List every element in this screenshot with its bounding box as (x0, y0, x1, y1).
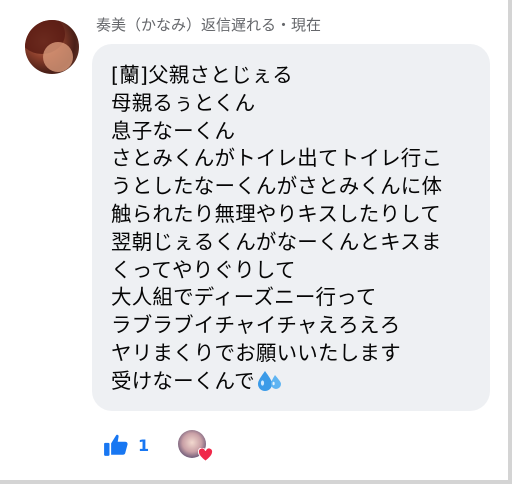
message-line: 触られたり無理やりキスしたりして (111, 201, 441, 226)
message-line: くってやりぐりして (111, 257, 296, 282)
thumbs-up-icon (104, 434, 128, 456)
heart-icon (198, 448, 213, 462)
message-line-last: 受けなーくんで (111, 368, 490, 396)
reactor-avatar[interactable] (178, 430, 213, 464)
message-line: ラブラブイチャイチャえろえろ (111, 313, 401, 338)
message-bubble: [蘭]父親さとじぇる 母親るぅとくん 息子なーくん さとみくんがトイレ出てトイレ… (92, 44, 490, 411)
message-line: ヤリまくりでお願いいたします (111, 340, 401, 365)
message-line-text: 受けなーくんで (111, 368, 255, 393)
message-line: [蘭]父親さとじぇる (111, 63, 293, 87)
sweat-droplets-icon (257, 370, 281, 391)
message-line: うとしたなーくんがさとみくんに体 (111, 174, 443, 199)
avatar[interactable] (25, 20, 79, 74)
message-line: 大人組でディーズニー行って (111, 285, 377, 310)
like-reaction[interactable]: 1 (103, 432, 149, 458)
message-line: 母親るぅとくん (111, 90, 256, 115)
message-line: 息子なーくん (111, 118, 236, 143)
message-line: さとみくんがトイレ出てトイレ行こ (111, 146, 443, 171)
message-line: 翌朝じぇるくんがなーくんとキスま (111, 229, 442, 254)
post-header[interactable]: 奏美（かなみ）返信遅れる・現在 (96, 14, 321, 35)
like-count: 1 (138, 435, 150, 455)
avatar-face (43, 42, 73, 72)
